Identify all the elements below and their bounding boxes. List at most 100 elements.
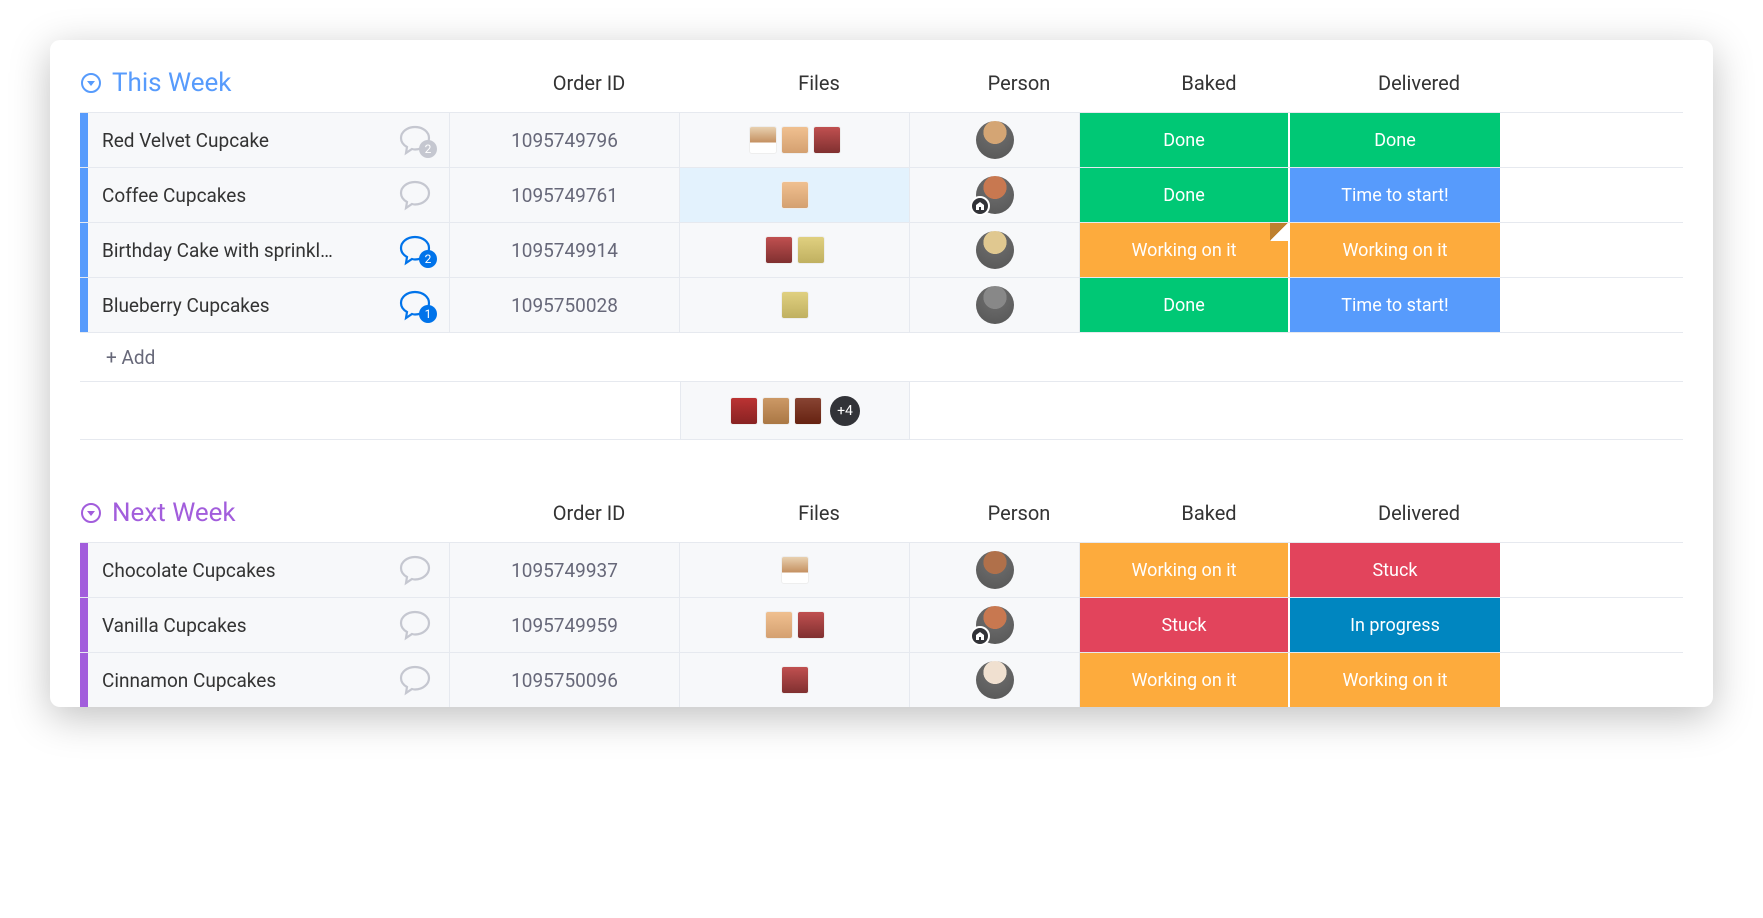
status-baked[interactable]: Working on it [1080,653,1290,707]
person-cell[interactable] [910,278,1080,332]
chat-icon[interactable] [395,660,435,700]
file-thumb-icon [781,126,809,154]
person-cell[interactable] [910,223,1080,277]
item-name-cell[interactable]: Birthday Cake with sprinkl… 2 [88,223,450,277]
col-header-person[interactable]: Person [934,501,1104,525]
summary-files[interactable]: +4 [680,382,910,439]
file-thumb-icon [765,236,793,264]
person-cell[interactable] [910,168,1080,222]
col-header-files[interactable]: Files [704,71,934,95]
group-title[interactable]: This Week [112,68,474,98]
col-header-person[interactable]: Person [934,71,1104,95]
status-baked[interactable]: Done [1080,113,1290,167]
avatar[interactable] [976,286,1014,324]
collapse-icon[interactable] [80,502,102,524]
col-header-delivered[interactable]: Delivered [1314,501,1524,525]
item-name-cell[interactable]: Vanilla Cupcakes [88,598,450,652]
status-delivered[interactable]: Working on it [1290,223,1500,277]
col-header-delivered[interactable]: Delivered [1314,71,1524,95]
add-label[interactable]: + Add [88,346,155,369]
item-name: Red Velvet Cupcake [102,129,269,152]
item-name-cell[interactable]: Blueberry Cupcakes1 [88,278,450,332]
status-delivered[interactable]: In progress [1290,598,1500,652]
order-id-cell[interactable]: 1095749959 [450,598,680,652]
chat-badge: 2 [419,140,437,158]
status-baked[interactable]: Working on it [1080,223,1290,277]
item-name: Chocolate Cupcakes [102,559,276,582]
table-row[interactable]: Chocolate Cupcakes 1095749937 Working on i… [80,542,1683,597]
order-id-cell[interactable]: 1095749761 [450,168,680,222]
col-header-orderid[interactable]: Order ID [474,71,704,95]
files-cell[interactable] [680,168,910,222]
status-delivered[interactable]: Done [1290,113,1500,167]
table-row[interactable]: Cinnamon Cupcakes 1095750096 Working on it… [80,652,1683,707]
col-header-orderid[interactable]: Order ID [474,501,704,525]
add-row[interactable]: + Add [80,332,1683,382]
order-id-cell[interactable]: 1095750028 [450,278,680,332]
order-id-cell[interactable]: 1095749914 [450,223,680,277]
avatar[interactable] [976,121,1014,159]
item-name-cell[interactable]: Coffee Cupcakes [88,168,450,222]
row-color-bar [80,598,88,652]
status-delivered[interactable]: Stuck [1290,543,1500,597]
person-cell[interactable] [910,543,1080,597]
chat-icon[interactable]: 2 [395,120,435,160]
chat-icon[interactable] [395,550,435,590]
row-color-bar [80,168,88,222]
col-header-files[interactable]: Files [704,501,934,525]
status-baked[interactable]: Working on it [1080,543,1290,597]
group-title[interactable]: Next Week [112,498,474,528]
person-cell[interactable] [910,653,1080,707]
chat-icon[interactable] [395,175,435,215]
status-baked[interactable]: Done [1080,278,1290,332]
avatar[interactable] [976,661,1014,699]
order-id-cell[interactable]: 1095750096 [450,653,680,707]
item-name-cell[interactable]: Red Velvet Cupcake 2 [88,113,450,167]
col-header-baked[interactable]: Baked [1104,501,1314,525]
item-name: Coffee Cupcakes [102,184,246,207]
item-name: Cinnamon Cupcakes [102,669,276,692]
order-id-cell[interactable]: 1095749796 [450,113,680,167]
status-baked[interactable]: Stuck [1080,598,1290,652]
avatar[interactable] [976,176,1014,214]
table-row[interactable]: Vanilla Cupcakes 1095749959 StuckIn progre… [80,597,1683,652]
item-name-cell[interactable]: Cinnamon Cupcakes [88,653,450,707]
person-cell[interactable] [910,598,1080,652]
table-row[interactable]: Birthday Cake with sprinkl… 2 1095749914 Wo… [80,222,1683,277]
table-row[interactable]: Red Velvet Cupcake 2 1095749796 DoneDone [80,112,1683,167]
files-cell[interactable] [680,113,910,167]
chat-badge: 2 [419,250,437,268]
chat-icon[interactable]: 2 [395,230,435,270]
avatar[interactable] [976,606,1014,644]
files-cell[interactable] [680,223,910,277]
chat-icon[interactable]: 1 [395,285,435,325]
col-header-baked[interactable]: Baked [1104,71,1314,95]
status-delivered[interactable]: Working on it [1290,653,1500,707]
files-more-badge[interactable]: +4 [830,396,860,426]
files-cell[interactable] [680,598,910,652]
person-cell[interactable] [910,113,1080,167]
item-name: Birthday Cake with sprinkl… [102,239,333,262]
row-color-bar [80,653,88,707]
files-cell[interactable] [680,543,910,597]
status-delivered[interactable]: Time to start! [1290,278,1500,332]
order-id-cell[interactable]: 1095749937 [450,543,680,597]
status-baked[interactable]: Done [1080,168,1290,222]
files-cell[interactable] [680,278,910,332]
files-cell[interactable] [680,653,910,707]
avatar[interactable] [976,551,1014,589]
item-name-cell[interactable]: Chocolate Cupcakes [88,543,450,597]
group-next-week: Next Week Order ID Files Person Baked De… [80,490,1683,707]
table-row[interactable]: Blueberry Cupcakes11095750028 DoneTime to… [80,277,1683,332]
row-color-bar [80,543,88,597]
collapse-icon[interactable] [80,72,102,94]
file-thumb-icon [797,611,825,639]
file-thumb-icon [781,556,809,584]
chat-icon[interactable] [395,605,435,645]
file-thumb-icon [781,181,809,209]
item-name: Vanilla Cupcakes [102,614,247,637]
file-thumb-icon [813,126,841,154]
avatar[interactable] [976,231,1014,269]
table-row[interactable]: Coffee Cupcakes 1095749761 DoneTime to sta… [80,167,1683,222]
status-delivered[interactable]: Time to start! [1290,168,1500,222]
